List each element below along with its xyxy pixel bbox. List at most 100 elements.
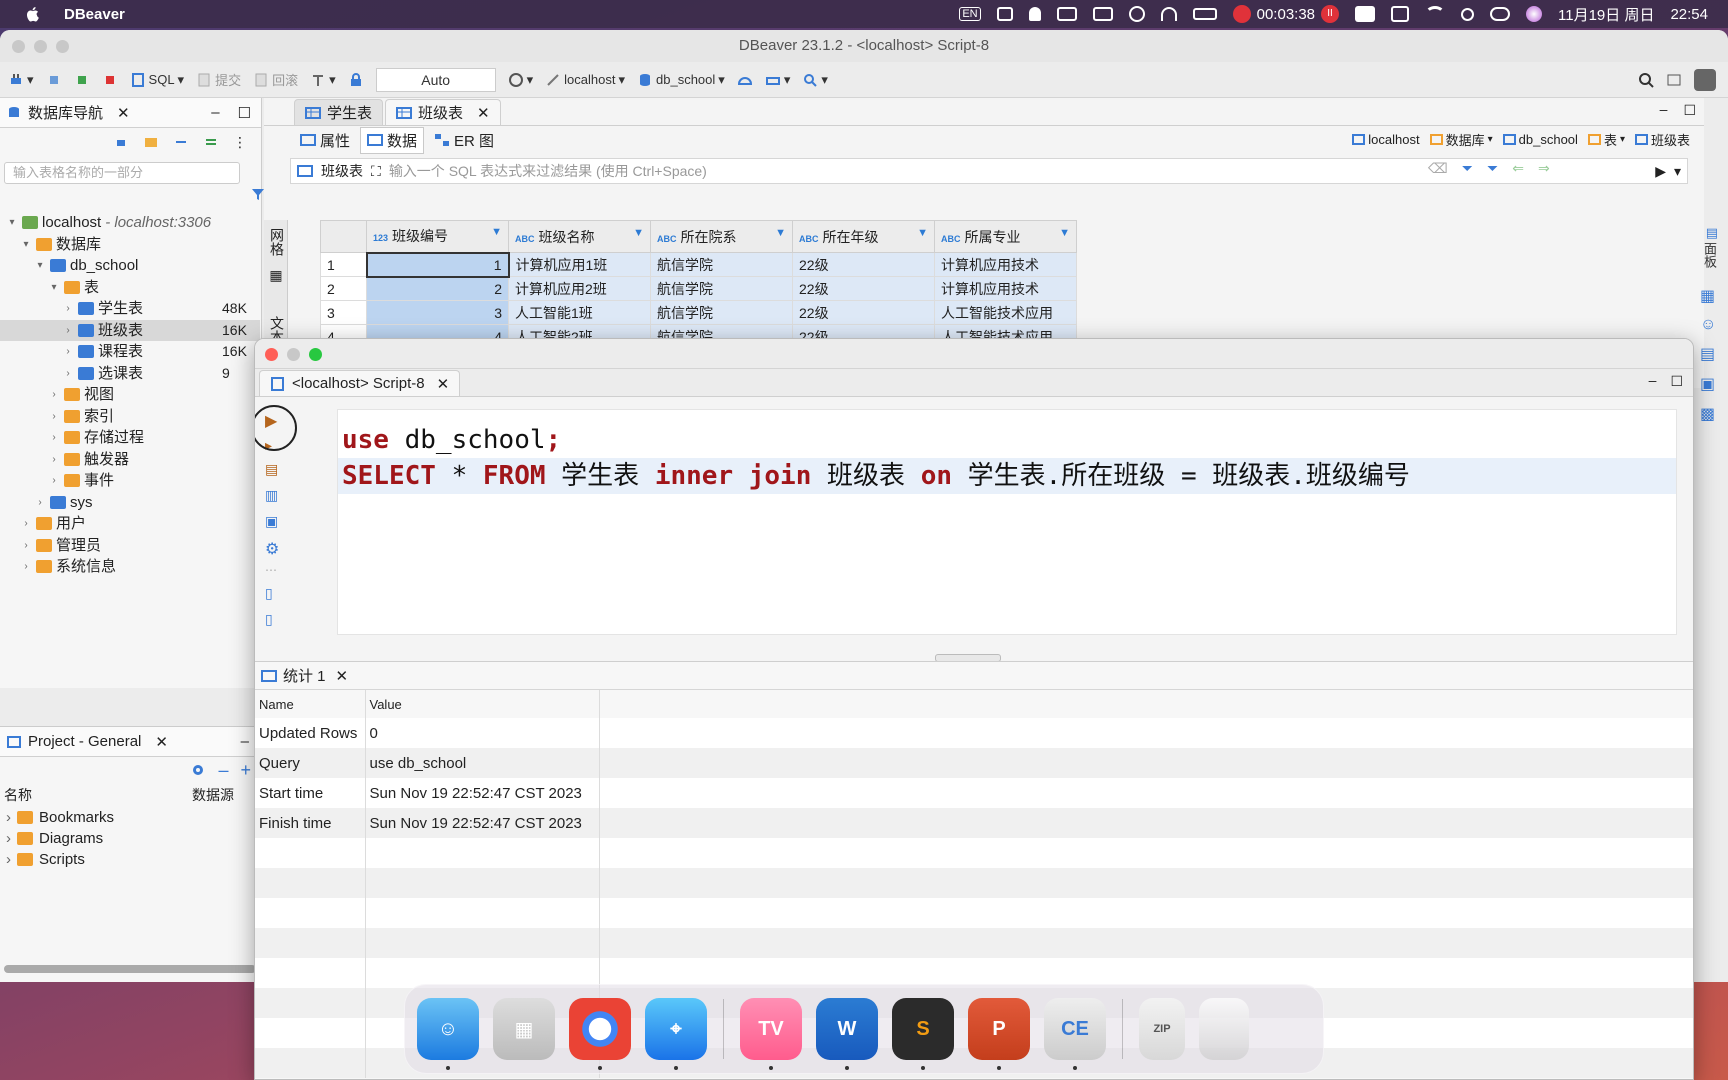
collapse-icon[interactable]: – bbox=[218, 760, 228, 781]
explain-plan-icon[interactable]: ▥ bbox=[265, 487, 283, 505]
header-value[interactable]: Value bbox=[365, 690, 600, 718]
calendar-grid-icon[interactable]: ▦ bbox=[1700, 286, 1728, 306]
grid-cell[interactable]: 22级 bbox=[792, 252, 935, 277]
tree-item[interactable]: › 触发器 bbox=[48, 449, 129, 470]
grid-cell[interactable]: 航信学院 bbox=[650, 300, 793, 325]
minimize-window-button[interactable] bbox=[34, 40, 47, 53]
tab-script-8[interactable]: <localhost> Script-8 ✕ bbox=[259, 370, 461, 396]
minimize-editor-icon[interactable]: – bbox=[1649, 372, 1657, 388]
trash-icon[interactable] bbox=[1199, 998, 1249, 1060]
grid-cell[interactable]: 计算机应用技术 bbox=[934, 276, 1077, 301]
row-number-header[interactable] bbox=[320, 220, 367, 253]
code-line-2[interactable]: SELECT * FROM 学生表 inner join 班级表 on 学生表.… bbox=[338, 458, 1676, 494]
emoji-icon[interactable]: ☺ bbox=[1700, 316, 1728, 334]
siri-icon[interactable] bbox=[1526, 6, 1543, 22]
close-icon[interactable]: ✕ bbox=[117, 104, 130, 122]
zoom-window-button[interactable] bbox=[56, 40, 69, 53]
chevron-icon[interactable]: › bbox=[48, 384, 60, 405]
grid-cell[interactable]: 航信学院 bbox=[650, 276, 793, 301]
chevron-icon[interactable]: › bbox=[48, 449, 60, 470]
subtab-properties[interactable]: 属性 bbox=[294, 128, 356, 153]
play-icon[interactable] bbox=[1128, 6, 1145, 22]
statistic-value[interactable]: 0 bbox=[365, 718, 600, 748]
subtab-data[interactable]: 数据 bbox=[360, 126, 425, 154]
filter-expand-icon[interactable]: ⛶ bbox=[371, 163, 381, 180]
tree-item[interactable]: › 课程表 bbox=[62, 341, 143, 362]
menubar-app-name[interactable]: DBeaver bbox=[64, 6, 125, 23]
row-number[interactable]: 3 bbox=[320, 300, 367, 325]
input-source-badge[interactable]: EN bbox=[959, 7, 981, 21]
new-folder-icon[interactable] bbox=[143, 134, 159, 150]
tree-item[interactable]: › 视图 bbox=[48, 384, 114, 405]
control-center-icon[interactable] bbox=[1490, 7, 1511, 21]
perspective-button[interactable] bbox=[1666, 72, 1682, 88]
calendar-icon[interactable] bbox=[996, 7, 1013, 21]
column-header[interactable]: ABC 班级名称 ▼ bbox=[508, 220, 651, 253]
chevron-icon[interactable]: › bbox=[6, 809, 11, 826]
chevron-icon[interactable]: ▾ bbox=[20, 234, 32, 255]
dbeaver-icon[interactable]: CE bbox=[1044, 998, 1106, 1070]
column-menu-icon[interactable]: ▼ bbox=[917, 227, 928, 239]
photos-icon[interactable] bbox=[1355, 6, 1376, 22]
tree-item[interactable]: ▾ localhost - localhost:3306 bbox=[6, 212, 211, 233]
statistic-name[interactable]: Query bbox=[255, 748, 366, 778]
minimize-window-button[interactable] bbox=[287, 348, 300, 361]
project-item[interactable]: › Diagrams bbox=[0, 828, 261, 849]
database-navigator-tab[interactable]: 数据库导航 ✕ – ☐ bbox=[0, 98, 261, 128]
input-method-icon[interactable] bbox=[1391, 6, 1410, 22]
connect-button[interactable] bbox=[46, 72, 62, 88]
new-connection-button[interactable]: ▾ bbox=[8, 72, 34, 88]
code-line-1[interactable]: use db_school; bbox=[338, 422, 561, 458]
lock-button[interactable] bbox=[348, 72, 364, 88]
row-number[interactable]: 2 bbox=[320, 276, 367, 301]
column-header[interactable]: ABC 所在院系 ▼ bbox=[650, 220, 793, 253]
finder-icon[interactable]: ☺ bbox=[417, 998, 479, 1070]
active-connection-selector[interactable]: localhost ▾ bbox=[545, 72, 625, 88]
new-connection-icon[interactable] bbox=[113, 134, 129, 150]
column-menu-icon[interactable]: ▼ bbox=[633, 227, 644, 239]
search-button[interactable]: ▾ bbox=[802, 72, 828, 88]
breadcrumb-item[interactable]: 班级表 bbox=[1634, 130, 1690, 149]
chevron-icon[interactable]: › bbox=[62, 320, 74, 341]
auto-commit-mode[interactable]: Auto bbox=[375, 67, 496, 92]
word-icon[interactable]: W bbox=[816, 998, 878, 1070]
grid-view-label[interactable]: 网格 bbox=[269, 228, 285, 256]
grid-cell[interactable]: 3 bbox=[366, 300, 509, 325]
statistic-value[interactable]: Sun Nov 19 22:52:47 CST 2023 bbox=[365, 778, 600, 808]
dashboard-button[interactable] bbox=[737, 72, 753, 88]
apple-icon[interactable] bbox=[24, 5, 42, 23]
close-icon[interactable]: ✕ bbox=[155, 733, 168, 751]
chevron-icon[interactable]: › bbox=[48, 406, 60, 427]
column-menu-icon[interactable]: ▼ bbox=[775, 227, 786, 239]
gear-icon[interactable]: ⚙ bbox=[265, 539, 283, 558]
project-item[interactable]: › Scripts bbox=[0, 849, 261, 870]
sql-editor-button[interactable]: SQL ▾ bbox=[130, 72, 184, 88]
navigator-search-input[interactable]: 输入表格名称的一部分 bbox=[4, 162, 240, 184]
statistic-name[interactable]: Updated Rows bbox=[255, 718, 366, 748]
execute-script-icon[interactable]: ▤ bbox=[265, 461, 283, 479]
tree-item[interactable]: › 索引 bbox=[48, 406, 114, 427]
panels-toggle[interactable]: ▤面板 bbox=[1700, 226, 1720, 268]
layout-icon[interactable]: ▣ bbox=[1700, 374, 1728, 394]
column-header[interactable]: ABC 所属专业 ▼ bbox=[934, 220, 1077, 253]
menubar-time[interactable]: 22:54 bbox=[1670, 6, 1708, 23]
screen-mirror-icon[interactable] bbox=[1056, 7, 1077, 21]
safari-icon[interactable]: ⌖ bbox=[645, 998, 707, 1070]
sublime-text-icon[interactable]: S bbox=[892, 998, 954, 1070]
filter-settings-icon[interactable]: ⏷ bbox=[1462, 160, 1473, 177]
statistic-name[interactable]: Finish time bbox=[255, 808, 366, 838]
grid-cell[interactable]: 1 bbox=[365, 251, 510, 278]
row-number[interactable]: 1 bbox=[320, 252, 367, 277]
link-editor-icon[interactable] bbox=[203, 134, 219, 150]
tree-item[interactable]: ▾ db_school bbox=[34, 255, 138, 276]
tab-student-table[interactable]: 学生表 bbox=[294, 99, 384, 125]
statistics-row[interactable]: Finish time Sun Nov 19 22:52:47 CST 2023 bbox=[255, 808, 1693, 838]
chevron-icon[interactable]: › bbox=[20, 556, 32, 577]
breadcrumb-item[interactable]: localhost bbox=[1352, 132, 1420, 147]
more-icon[interactable]: ⋯ bbox=[265, 563, 283, 581]
view-menu-icon[interactable]: ⋮ bbox=[233, 134, 247, 151]
table-row[interactable]: 3 3 人工智能1班 航信学院 22级 人工智能技术应用 bbox=[320, 300, 1077, 325]
account-avatar[interactable] bbox=[1694, 68, 1716, 91]
header-name[interactable]: Name bbox=[255, 690, 366, 718]
project-tab[interactable]: Project - General ✕ – bbox=[0, 727, 261, 757]
